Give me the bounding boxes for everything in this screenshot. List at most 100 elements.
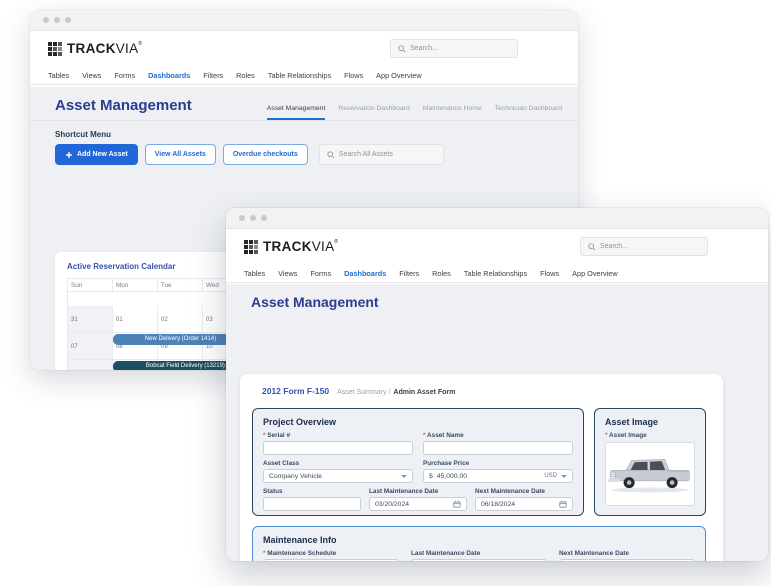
calendar-day-header: Sun <box>68 279 113 292</box>
app-nav: Tables Views Forms Dashboards Filters Roles Ta… <box>30 66 578 85</box>
page-title-row: Asset Management <box>226 284 768 318</box>
close-icon[interactable] <box>239 215 245 221</box>
field-label: Asset Class <box>263 460 300 467</box>
last-maintenance-date-input[interactable]: 03/20/2024 <box>369 497 467 511</box>
page-title-row: Asset Management Asset Management Reserva… <box>30 87 578 121</box>
search-icon <box>398 44 406 53</box>
field-label: Last Maintenance Date <box>411 550 481 557</box>
maximize-icon[interactable] <box>65 17 71 23</box>
nav-item-table-relationships[interactable]: Table Relationships <box>464 269 527 278</box>
nav-item-app-overview[interactable]: App Overview <box>572 269 617 278</box>
field-label: Next Maintenance Date <box>475 488 545 495</box>
minimize-icon[interactable] <box>250 215 256 221</box>
close-icon[interactable] <box>43 17 49 23</box>
card-title: Project Overview <box>263 417 337 427</box>
view-all-assets-button[interactable]: View All Assets <box>144 144 216 165</box>
field-label: Serial # <box>263 432 413 439</box>
project-overview-card: Project Overview Serial # Asset Name Ass… <box>252 408 584 516</box>
currency-select[interactable]: USD <box>544 473 557 479</box>
calendar-cell[interactable]: 07 <box>68 333 113 360</box>
window-controls <box>239 215 267 221</box>
card-title: Maintenance Info <box>263 535 337 545</box>
app-header: TRACKVIA® Search... <box>30 31 578 66</box>
chevron-down-icon <box>401 474 407 478</box>
purchase-price-field: Purchase Price $45,000.00 USD <box>423 460 573 483</box>
status-input[interactable] <box>263 497 361 511</box>
nav-item-views[interactable]: Views <box>278 269 297 278</box>
add-icon <box>66 151 72 158</box>
card-title: Asset Image <box>605 417 659 427</box>
search-placeholder: Search... <box>600 243 629 250</box>
asset-name-input[interactable] <box>423 441 573 455</box>
window-titlebar[interactable] <box>30 10 578 31</box>
nav-item-table-relationships[interactable]: Table Relationships <box>268 71 331 80</box>
calendar-icon <box>559 500 567 508</box>
tab-reservation-dashboard[interactable]: Reservation Dashboard <box>338 105 409 120</box>
search-icon <box>588 242 596 251</box>
nav-item-forms[interactable]: Forms <box>114 71 135 80</box>
maintenance-schedule-field: Maintenance Schedule Input placeholder <box>263 550 399 561</box>
nav-item-filters[interactable]: Filters <box>399 269 419 278</box>
calendar-cell[interactable]: 31 <box>68 306 113 333</box>
calendar-cell[interactable]: 02 <box>158 306 203 333</box>
field-label: Status <box>263 488 283 495</box>
nav-item-filters[interactable]: Filters <box>203 71 223 80</box>
window-titlebar[interactable] <box>226 208 768 229</box>
next-maintenance-date-input[interactable]: 06/18/2024 <box>475 497 573 511</box>
trackvia-logo[interactable]: TRACKVIA® <box>244 239 338 254</box>
nav-item-forms[interactable]: Forms <box>310 269 331 278</box>
nav-item-dashboards[interactable]: Dashboards <box>344 269 386 278</box>
nav-item-dashboards[interactable]: Dashboards <box>148 71 190 80</box>
form-page: Asset Management 2012 Form F-150 Asset S… <box>226 284 768 561</box>
global-search-input[interactable]: Search... <box>580 237 708 256</box>
form-name-link[interactable]: 2012 Form F-150 <box>262 386 329 396</box>
purchase-price-input[interactable]: $45,000.00 USD <box>423 469 573 483</box>
tab-asset-management[interactable]: Asset Management <box>266 105 326 120</box>
nav-item-roles[interactable]: Roles <box>236 71 255 80</box>
calendar-cell[interactable]: 14 <box>68 360 113 370</box>
nav-item-flows[interactable]: Flows <box>540 269 559 278</box>
nav-item-tables[interactable]: Tables <box>48 71 69 80</box>
calendar-icon <box>453 500 461 508</box>
last-maintenance-field: Last Maintenance Date 03/20/2024 <box>411 550 547 561</box>
truck-image <box>608 458 690 493</box>
trackvia-logo-text: TRACKVIA® <box>263 239 339 254</box>
form-content-card: 2012 Form F-150 Asset Summary / Admin As… <box>240 374 723 561</box>
field-label: Maintenance Schedule <box>263 550 399 557</box>
nav-item-app-overview[interactable]: App Overview <box>376 71 421 80</box>
field-label: Next Maintenance Date <box>559 550 629 557</box>
tab-maintenance-home[interactable]: Maintenance Home <box>423 105 482 120</box>
asset-search-input[interactable]: Search All Assets <box>318 144 444 165</box>
maximize-icon[interactable] <box>261 215 267 221</box>
minimize-icon[interactable] <box>54 17 60 23</box>
last-maintenance-date-input[interactable]: 03/20/2024 <box>411 559 547 561</box>
shortcut-menu-title: Shortcut Menu <box>55 130 111 139</box>
next-maintenance-field: Next Maintenance Date 06/18/2024 <box>559 550 695 561</box>
nav-item-tables[interactable]: Tables <box>244 269 265 278</box>
serial-input[interactable] <box>263 441 413 455</box>
search-placeholder: Search All Assets <box>338 151 393 158</box>
status-field: Status <box>263 488 361 511</box>
add-new-asset-button[interactable]: Add New Asset <box>55 144 138 165</box>
trackvia-logo[interactable]: TRACKVIA® <box>48 41 142 56</box>
field-label: Asset Name <box>423 432 573 439</box>
page-title: Asset Management <box>251 294 379 310</box>
asset-class-select[interactable]: Company Vehicle <box>263 469 413 483</box>
overdue-checkouts-button[interactable]: Overdue checkouts <box>222 144 308 165</box>
trackvia-logo-icon <box>244 239 258 254</box>
nav-item-roles[interactable]: Roles <box>432 269 451 278</box>
global-search-input[interactable]: Search... <box>390 39 518 58</box>
breadcrumb-current: Admin Asset Form <box>393 389 456 396</box>
dashboard-tabs: Asset Management Reservation Dashboard Mai… <box>266 105 562 120</box>
field-label: Purchase Price <box>423 460 470 467</box>
maintenance-schedule-select[interactable]: Input placeholder <box>263 559 399 561</box>
asset-image-preview[interactable] <box>605 442 695 506</box>
breadcrumb-path[interactable]: Asset Summary / <box>337 389 390 396</box>
shortcut-buttons: Add New Asset View All Assets Overdue ch… <box>55 144 553 165</box>
app-nav: Tables Views Forms Dashboards Filters Roles Ta… <box>226 264 768 283</box>
next-maintenance-date-input[interactable]: 06/18/2024 <box>559 559 695 561</box>
nav-item-views[interactable]: Views <box>82 71 101 80</box>
calendar-cell[interactable]: 01 <box>113 306 158 333</box>
tab-technician-dashboard[interactable]: Technician Dashboard <box>495 105 562 120</box>
nav-item-flows[interactable]: Flows <box>344 71 363 80</box>
